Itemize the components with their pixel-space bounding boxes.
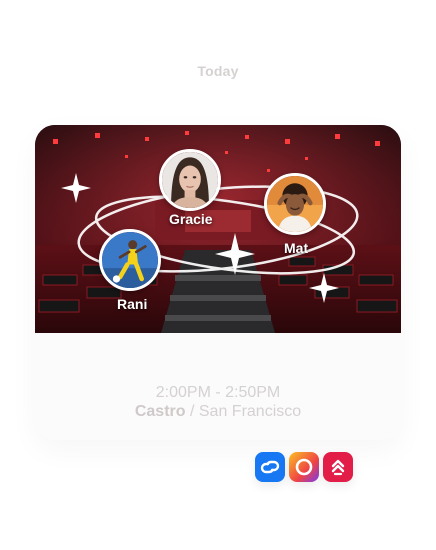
ring-app-icon[interactable] <box>289 452 319 482</box>
man-with-hands-on-head-icon <box>267 176 323 232</box>
double-chevron-up-icon <box>331 459 345 476</box>
circle-ring-icon <box>295 458 313 476</box>
event-location: Castro / San Francisco <box>35 403 401 421</box>
double-chevron-app-icon[interactable] <box>323 452 353 482</box>
attendee-name-rani: Rani <box>117 296 148 312</box>
day-label: Today <box>197 63 239 79</box>
avatar-rani[interactable] <box>99 229 161 291</box>
attendee-name-gracie: Gracie <box>169 211 213 227</box>
chain-link-icon <box>260 460 280 474</box>
event-time: 2:00PM - 2:50PM <box>155 384 281 401</box>
page: Today Gracie Mat Rani 2:00PM - 2:50PM Ca… <box>0 0 436 550</box>
app-icon-row <box>255 452 353 482</box>
attendee-name-mat: Mat <box>284 240 309 256</box>
event-details: 2:00PM - 2:50PM Castro / San Francisco <box>35 333 401 440</box>
avatar-mat[interactable] <box>264 173 326 235</box>
woman-portrait-icon <box>162 152 218 208</box>
event-card[interactable]: Gracie Mat Rani 2:00PM - 2:50PM Castro /… <box>35 125 401 440</box>
event-city: San Francisco <box>198 403 302 420</box>
avatar-gracie[interactable] <box>159 149 221 211</box>
event-hero-image: Gracie Mat Rani <box>35 125 401 333</box>
event-venue: Castro <box>134 403 186 420</box>
location-separator: / <box>185 403 199 420</box>
link-app-icon[interactable] <box>255 452 285 482</box>
soccer-player-icon <box>102 232 158 288</box>
cycling-studio-photo <box>35 125 401 333</box>
